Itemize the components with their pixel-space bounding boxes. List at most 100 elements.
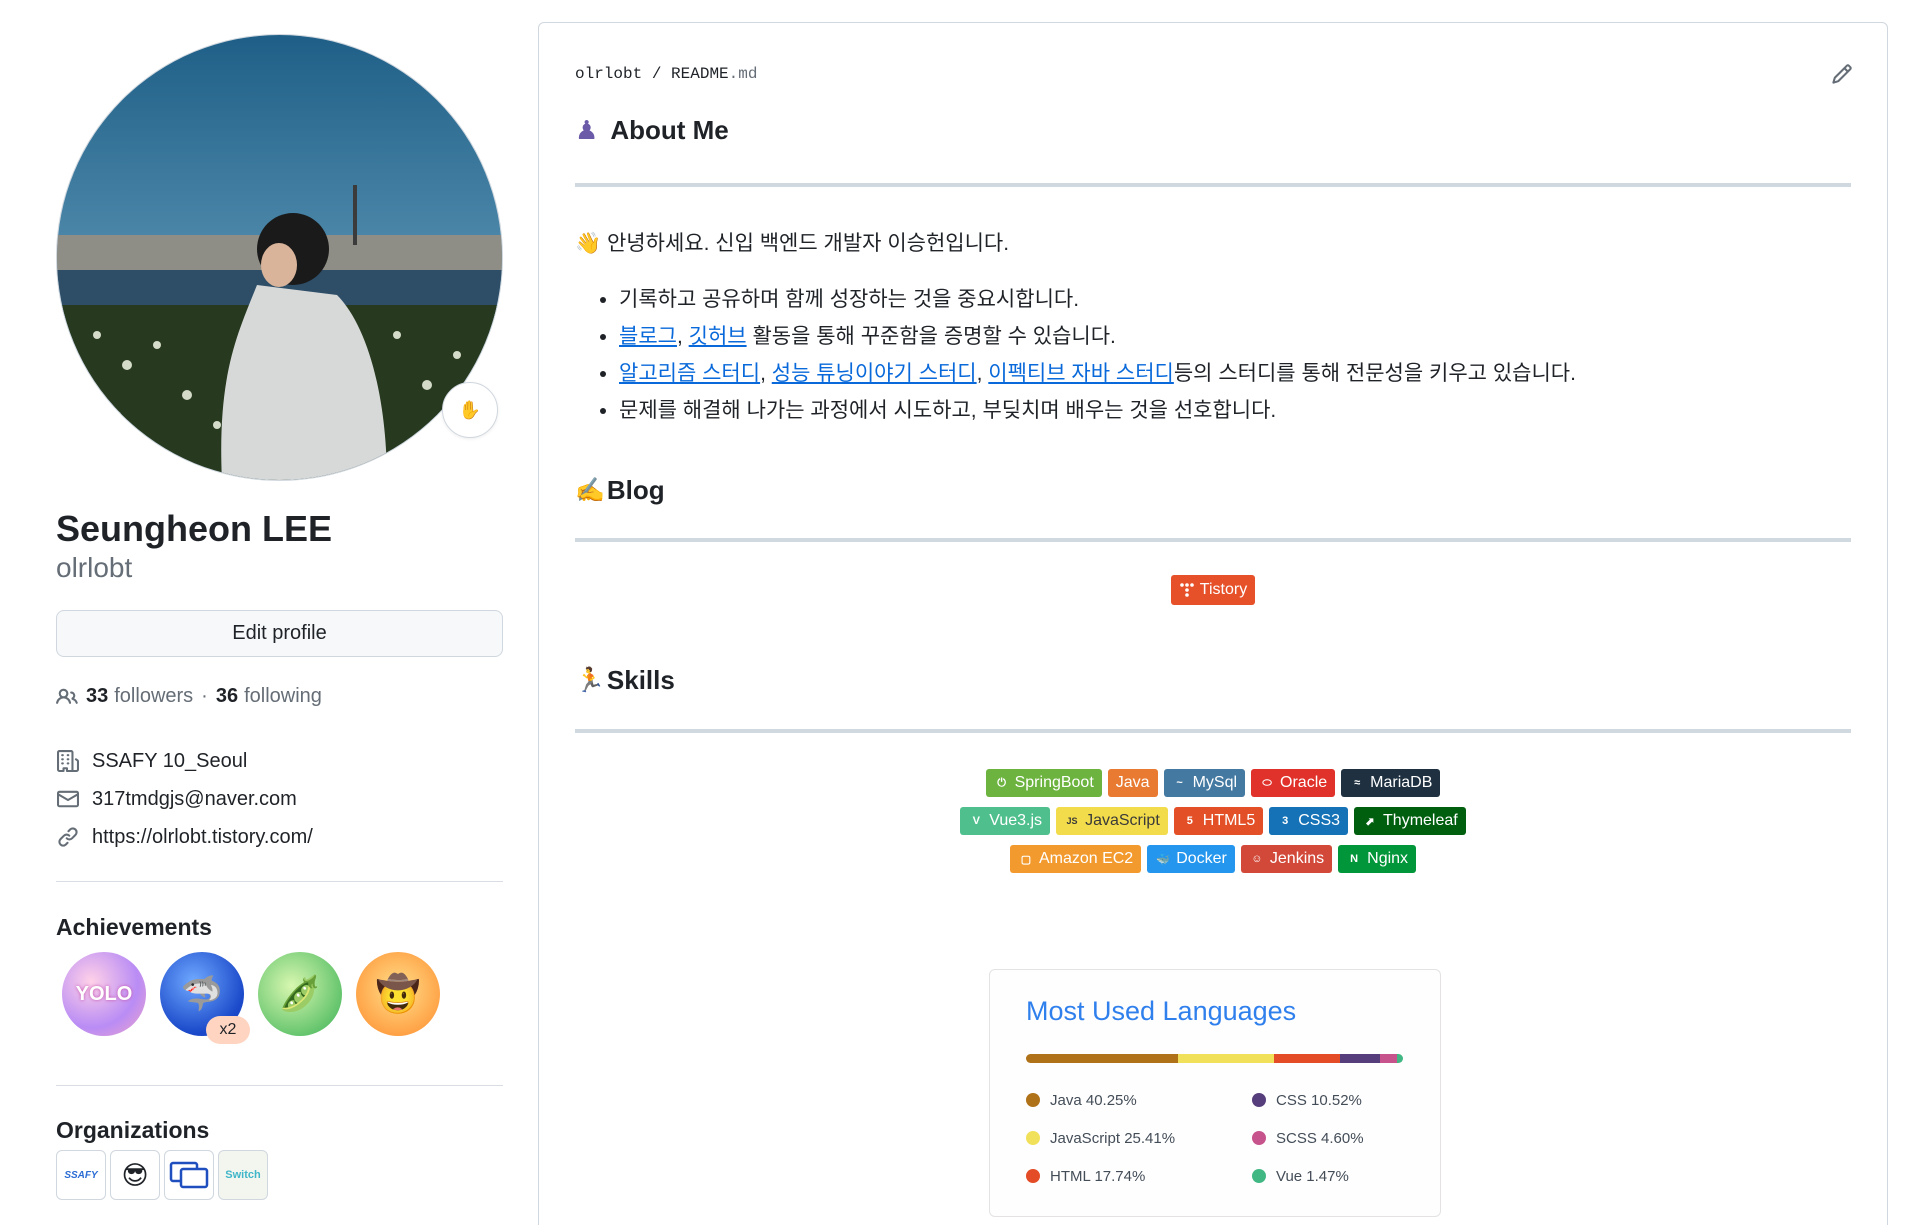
follow-stats: 33 followers · 36 following <box>56 685 322 708</box>
profile-details: SSAFY 10_Seoul 317tmdgjs@naver.com https… <box>56 742 313 856</box>
pull-shark-badge[interactable]: 🦈 x2 <box>160 952 250 1044</box>
nginx-label: Nginx <box>1367 850 1409 867</box>
set-status-button[interactable]: ✋ <box>442 382 498 438</box>
language-dot <box>1026 1131 1040 1145</box>
language-segment-html <box>1273 1054 1341 1063</box>
languages-legend: Java 40.25% CSS 10.52% JavaScript 25.41% SC… <box>1026 1088 1426 1188</box>
pair-extraordinaire-badge[interactable]: 🫛 <box>258 952 342 1036</box>
algorithm-study-link[interactable]: 알고리즘 스터디 <box>619 362 760 385</box>
edit-profile-button[interactable]: Edit profile <box>56 610 503 657</box>
css3-badge[interactable]: 3 CSS3 <box>1269 807 1349 835</box>
language-label: CSS 10.52% <box>1276 1091 1362 1109</box>
breadcrumb-user[interactable]: olrlobt <box>575 65 642 83</box>
springboot-icon: ⏻ <box>997 776 1006 789</box>
bullet-text-4: 문제를 해결해 나가는 과정에서 시도하고, 부딪치며 배우는 것을 선호합니다… <box>619 399 1277 422</box>
language-dot <box>1252 1131 1266 1145</box>
profile-username: olrlobt <box>56 552 133 583</box>
company-item: SSAFY 10_Seoul <box>56 742 313 780</box>
monitor-icon <box>169 1161 209 1189</box>
pencil-icon <box>1832 64 1852 84</box>
jenkins-badge[interactable]: ☺ Jenkins <box>1240 845 1333 873</box>
email-link[interactable]: 317tmdgjs@naver.com <box>92 788 297 811</box>
thymeleaf-badge[interactable]: ⬈ Thymeleaf <box>1354 807 1466 835</box>
about-rule <box>575 183 1851 187</box>
about-me-title: About Me <box>610 115 729 145</box>
skills-row-2: V Vue3.js JS JavaScript 5 HTML5 3 CSS3 ⬈ Thym… <box>575 807 1851 835</box>
yolo-badge[interactable]: YOLO <box>62 952 146 1036</box>
org-switch[interactable]: Switch <box>218 1150 268 1200</box>
link-icon <box>56 825 80 849</box>
achievements-list: YOLO 🦈 x2 🫛 🤠 <box>62 952 440 1044</box>
thymeleaf-icon: ⬈ <box>1365 815 1375 828</box>
languages-card[interactable]: Most Used Languages Java 40.25% CSS 10.52… <box>989 969 1441 1217</box>
followers-link[interactable]: 33 followers <box>86 685 193 708</box>
org-sunglasses[interactable]: 😎 <box>110 1150 160 1200</box>
company-text: SSAFY 10_Seoul <box>92 749 248 772</box>
amazon-ec2-badge[interactable]: ▢ Amazon EC2 <box>1009 845 1142 873</box>
edit-readme-button[interactable] <box>1831 63 1853 90</box>
bullet-item: 알고리즘 스터디, 성능 튜닝이야기 스터디, 이펙티브 자바 스터디등의 스터… <box>619 355 1576 392</box>
sidebar-divider-2 <box>56 1085 503 1086</box>
readme-card: olrlobt / README.md ♟ About Me 👋 안녕하세요. … <box>538 22 1888 1225</box>
quickdraw-badge[interactable]: 🤠 <box>356 952 440 1036</box>
mariadb-label: MariaDB <box>1370 774 1433 791</box>
sunglasses-icon: 😎 <box>121 1159 149 1190</box>
mariadb-icon: ≈ <box>1354 777 1361 789</box>
language-segment-java <box>1026 1054 1178 1063</box>
css3-icon: 3 <box>1282 815 1289 827</box>
java-badge[interactable]: Java <box>1107 769 1158 797</box>
website-link[interactable]: https://olrlobt.tistory.com/ <box>92 826 313 849</box>
people-icon <box>56 686 78 708</box>
vue-icon: V <box>972 815 980 827</box>
html5-icon: 5 <box>1186 815 1193 827</box>
languages-title: Most Used Languages <box>1026 996 1297 1026</box>
bullet-text-1: 기록하고 공유하며 함께 성장하는 것을 중요시합니다. <box>619 288 1080 311</box>
mysql-icon: ~ <box>1176 777 1183 789</box>
writing-hand-icon: ✍️ <box>575 477 605 504</box>
skills-rule <box>575 729 1851 733</box>
docker-badge[interactable]: 🐳 Docker <box>1147 845 1235 873</box>
language-label: JavaScript 25.41% <box>1050 1129 1176 1147</box>
blog-badges: Tistory <box>575 575 1851 605</box>
javascript-badge[interactable]: JS JavaScript <box>1056 807 1168 835</box>
vue-badge[interactable]: V Vue3.js <box>960 807 1051 835</box>
breadcrumb-file[interactable]: README <box>671 65 729 83</box>
language-item-css: CSS 10.52% <box>1252 1088 1422 1112</box>
badge-count: x2 <box>206 1016 250 1044</box>
org-monitor[interactable] <box>164 1150 214 1200</box>
mariadb-badge[interactable]: ≈ MariaDB <box>1341 769 1441 797</box>
following-count: 36 <box>215 685 239 707</box>
javascript-label: JavaScript <box>1085 812 1160 829</box>
languages-bar <box>1026 1054 1403 1063</box>
thymeleaf-label: Thymeleaf <box>1383 812 1458 829</box>
achievements-title: Achievements <box>56 914 212 940</box>
language-dot <box>1252 1093 1266 1107</box>
performance-study-link[interactable]: 성능 튜닝이야기 스터디 <box>772 362 977 385</box>
oracle-badge[interactable]: ⬭ Oracle <box>1251 769 1336 797</box>
mysql-label: MySql <box>1192 774 1238 791</box>
jenkins-label: Jenkins <box>1269 850 1325 867</box>
tistory-icon <box>1179 582 1195 598</box>
effective-java-study-link[interactable]: 이펙티브 자바 스터디 <box>988 362 1174 385</box>
docker-label: Docker <box>1176 850 1227 867</box>
language-item-html: HTML 17.74% <box>1026 1164 1252 1188</box>
language-label: SCSS 4.60% <box>1276 1129 1364 1147</box>
avatar[interactable] <box>56 34 503 481</box>
bullet-item: 문제를 해결해 나가는 과정에서 시도하고, 부딪치며 배우는 것을 선호합니다… <box>619 392 1576 429</box>
mail-icon <box>56 787 80 811</box>
springboot-badge[interactable]: ⏻ SpringBoot <box>985 769 1102 797</box>
nginx-badge[interactable]: N Nginx <box>1338 845 1417 873</box>
mysql-badge[interactable]: ~ MySql <box>1163 769 1246 797</box>
blog-title: Blog <box>606 475 665 505</box>
blog-link[interactable]: 블로그 <box>619 325 677 348</box>
html5-badge[interactable]: 5 HTML5 <box>1173 807 1264 835</box>
language-item-vue: Vue 1.47% <box>1252 1164 1422 1188</box>
cowboy-icon: 🤠 <box>375 973 421 1014</box>
github-link[interactable]: 깃허브 <box>689 325 747 348</box>
vue-label: Vue3.js <box>989 812 1043 829</box>
org-ssafy[interactable]: SSAFY <box>56 1150 106 1200</box>
organizations-title: Organizations <box>56 1117 210 1143</box>
tistory-badge[interactable]: Tistory <box>1170 575 1256 605</box>
language-segment-scss <box>1380 1054 1398 1063</box>
following-link[interactable]: 36 following <box>216 685 322 708</box>
